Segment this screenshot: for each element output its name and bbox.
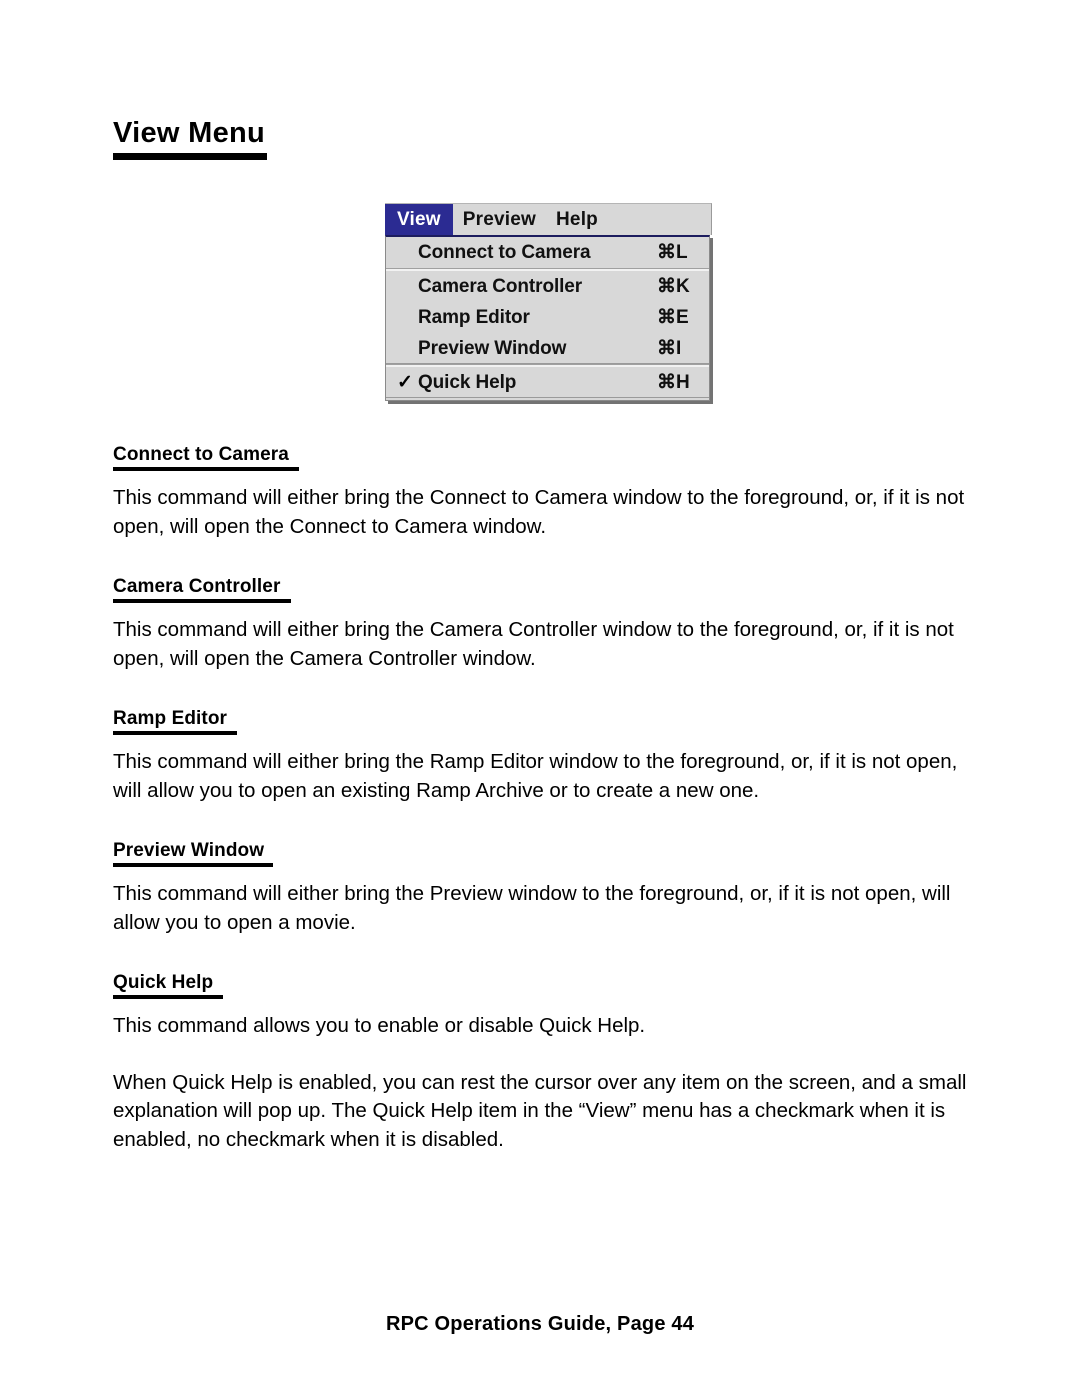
doc-section: Camera Controller This command will eithe… [113,575,983,673]
menubar-item-preview[interactable]: Preview [453,204,546,235]
section-heading: Preview Window [113,840,265,861]
section-heading: Quick Help [113,972,214,993]
menu-item-camera-controller[interactable]: Camera Controller ⌘K [386,271,709,302]
menu-item-label: Quick Help [418,371,517,393]
section-paragraph: This command will either bring the Conne… [113,486,965,538]
section-heading-block: Camera Controller [113,575,291,603]
menubar-item-help[interactable]: Help [546,204,608,235]
menu-group: Camera Controller ⌘K Ramp Editor ⌘E Preview … [386,269,709,365]
menu-item-label: Ramp Editor [418,306,530,328]
menu-item-shortcut: ⌘K [657,276,690,297]
menu-item-label: Connect to Camera [418,241,591,263]
section-heading: Camera Controller [113,576,281,597]
section-heading-underline [113,467,299,471]
menu-bar: View Preview Help [385,203,712,235]
page-footer: RPC Operations Guide, Page 44 [385,1313,695,1335]
page-title-block: View Menu [113,116,267,160]
menu-item-shortcut: ⌘L [657,242,688,263]
menu-item-connect-to-camera[interactable]: Connect to Camera ⌘L [386,237,709,268]
document-body: Connect to Camera This command will eithe… [113,443,983,1154]
view-menu-screenshot: View Preview Help Connect to Camera ⌘L Camer… [385,203,712,401]
menu-item-shortcut: ⌘E [657,307,689,328]
section-paragraph: This command will either bring the Camer… [113,618,954,670]
section-heading-underline [113,731,237,735]
section-paragraph: This command will either bring the Previ… [113,882,951,934]
view-menu-dropdown: Connect to Camera ⌘L Camera Controller ⌘K Ra… [385,235,710,401]
section-heading: Ramp Editor [113,708,228,729]
menu-item-label: Camera Controller [418,275,583,297]
page-title-underline [113,153,267,160]
menu-item-shortcut: ⌘I [657,338,682,359]
doc-section: Ramp Editor This command will either brin… [113,707,983,805]
checkmark-icon: ✓ [397,372,413,393]
menu-item-shortcut: ⌘H [657,372,690,393]
page-title: View Menu [113,117,266,149]
section-paragraph: This command will either bring the Ramp … [113,750,958,802]
section-paragraph: When Quick Help is enabled, you can rest… [113,1070,967,1151]
doc-section: Quick Help This command allows you to ena… [113,971,983,1154]
section-heading-underline [113,995,223,999]
menu-group: ✓ Quick Help ⌘H [386,365,709,398]
section-heading: Connect to Camera [113,444,289,465]
menu-group: Connect to Camera ⌘L [386,237,709,269]
menu-item-label: Preview Window [418,337,567,359]
section-heading-block: Ramp Editor [113,707,237,735]
section-heading-block: Quick Help [113,971,223,999]
menu-item-quick-help[interactable]: ✓ Quick Help ⌘H [386,367,709,398]
menubar-item-view[interactable]: View [385,204,453,235]
menu-item-ramp-editor[interactable]: Ramp Editor ⌘E [386,302,709,333]
section-paragraph: This command allows you to enable or dis… [113,1014,646,1037]
doc-section: Connect to Camera This command will eithe… [113,443,983,541]
section-heading-underline [113,863,273,867]
section-heading-underline [113,599,291,603]
section-heading-block: Preview Window [113,839,273,867]
doc-section: Preview Window This command will either b… [113,839,983,937]
menu-item-preview-window[interactable]: Preview Window ⌘I [386,333,709,364]
section-heading-block: Connect to Camera [113,443,299,471]
